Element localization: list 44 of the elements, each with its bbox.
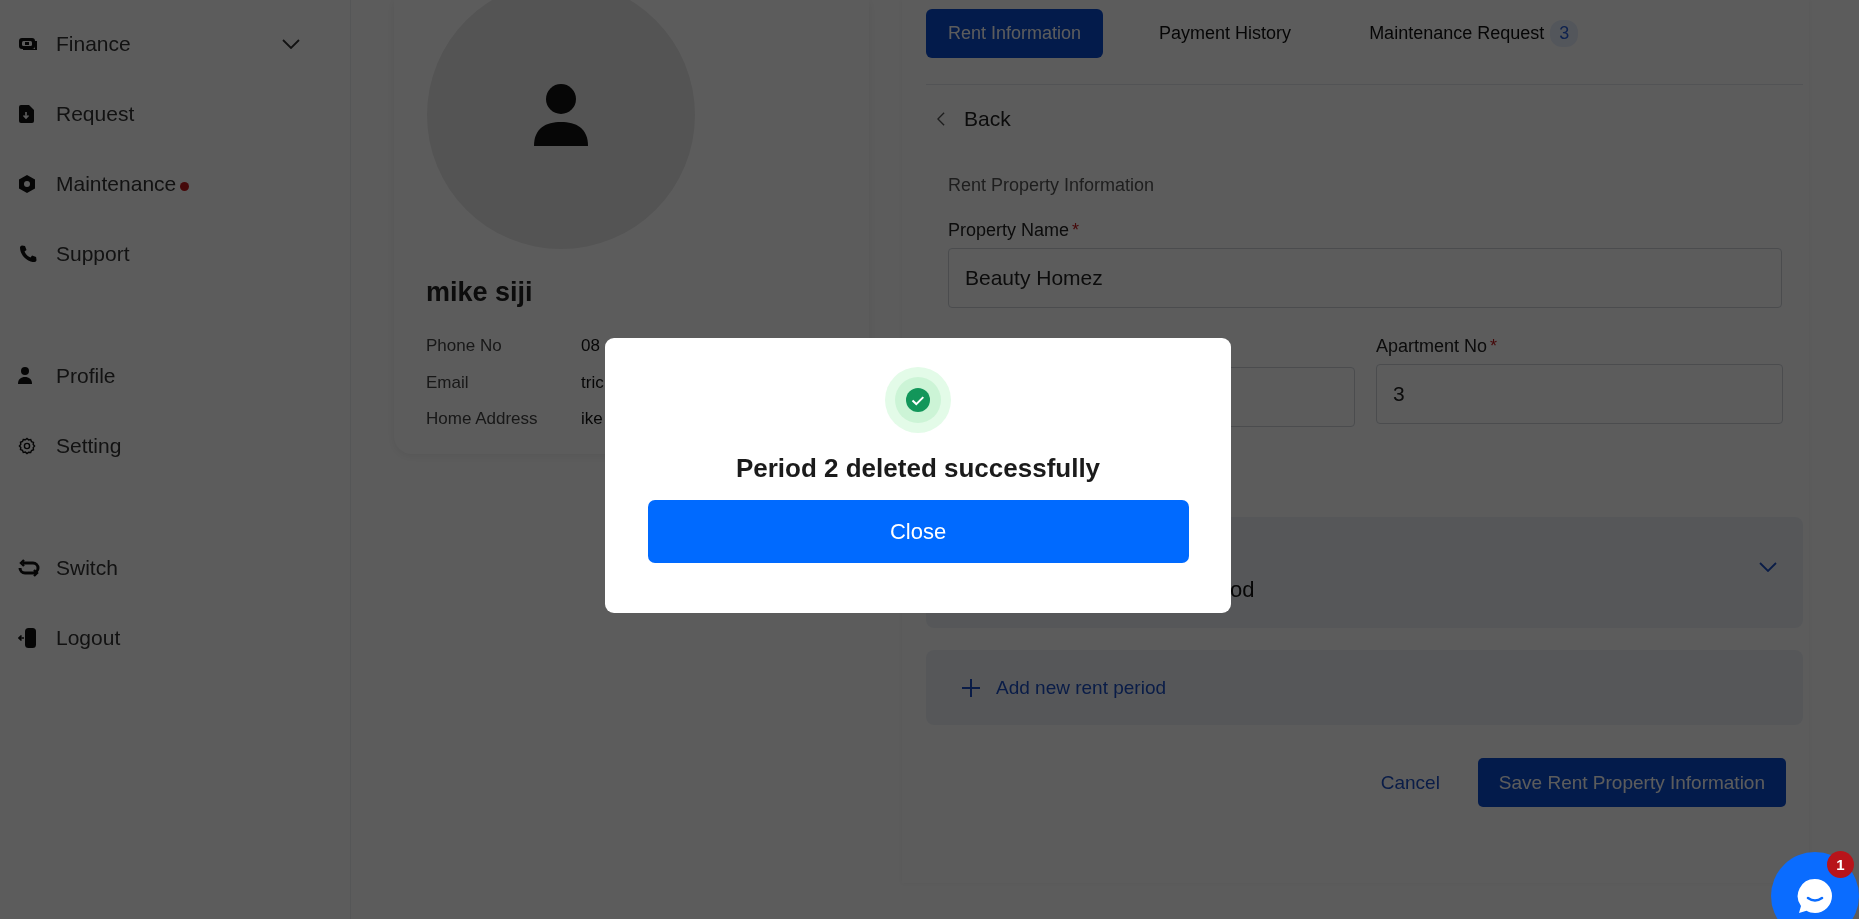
back-icon <box>937 112 945 126</box>
hexagon-icon <box>18 174 36 194</box>
sidebar-item[interactable]: Switch <box>0 550 300 586</box>
plus-icon <box>962 678 980 697</box>
sidebar-item[interactable]: Logout <box>0 620 300 656</box>
logout-icon <box>18 627 38 649</box>
add-period-button[interactable]: Add new rent period <box>926 650 1803 725</box>
back-link[interactable]: Back <box>934 107 1809 131</box>
field-value: ike <box>581 409 604 430</box>
field-label: Phone No <box>426 336 503 357</box>
sidebar-item[interactable]: Profile <box>0 358 300 394</box>
field-value: 08 <box>581 336 601 357</box>
sidebar-item[interactable]: Finance <box>0 26 300 62</box>
field-label: Property Name * <box>948 220 1081 241</box>
sidebar-item[interactable]: Maintenance <box>0 166 300 202</box>
person-icon <box>533 84 589 146</box>
chat-icon <box>1795 876 1835 916</box>
swap-icon <box>18 559 40 577</box>
period-title: od <box>1230 576 1255 603</box>
tab[interactable]: Payment History <box>1137 9 1314 58</box>
field-label: Home Address <box>426 409 539 430</box>
cancel-button[interactable]: Cancel <box>1374 770 1446 795</box>
input-field[interactable]: 3 <box>1376 364 1783 424</box>
dialog-message: Period 2 deleted successfully <box>735 453 1101 484</box>
wallet-icon <box>18 36 38 52</box>
save-button[interactable]: Save Rent Property Information <box>1477 758 1786 807</box>
tenant-name: mike siji <box>426 277 534 308</box>
tab[interactable]: Rent Information <box>926 9 1104 58</box>
section-title: Rent Property Information <box>948 175 1156 196</box>
sidebar-item[interactable]: Support <box>0 236 300 272</box>
person-icon <box>18 366 32 386</box>
document-icon <box>18 104 36 124</box>
sidebar-item[interactable]: Setting <box>0 428 300 464</box>
sidebar-item[interactable]: Request <box>0 96 300 132</box>
settings-icon <box>18 437 36 455</box>
tab[interactable]: Maintenance Request 3 <box>1347 9 1601 58</box>
input-field[interactable]: Beauty Homez <box>948 248 1782 308</box>
success-icon <box>885 367 951 433</box>
phone-icon <box>18 244 38 264</box>
field-label: Apartment No * <box>1376 336 1499 357</box>
field-label: Email <box>426 372 470 393</box>
count-badge: 3 <box>1550 20 1579 47</box>
field-value: tric <box>581 372 605 393</box>
close-button[interactable]: Close <box>647 500 1189 563</box>
